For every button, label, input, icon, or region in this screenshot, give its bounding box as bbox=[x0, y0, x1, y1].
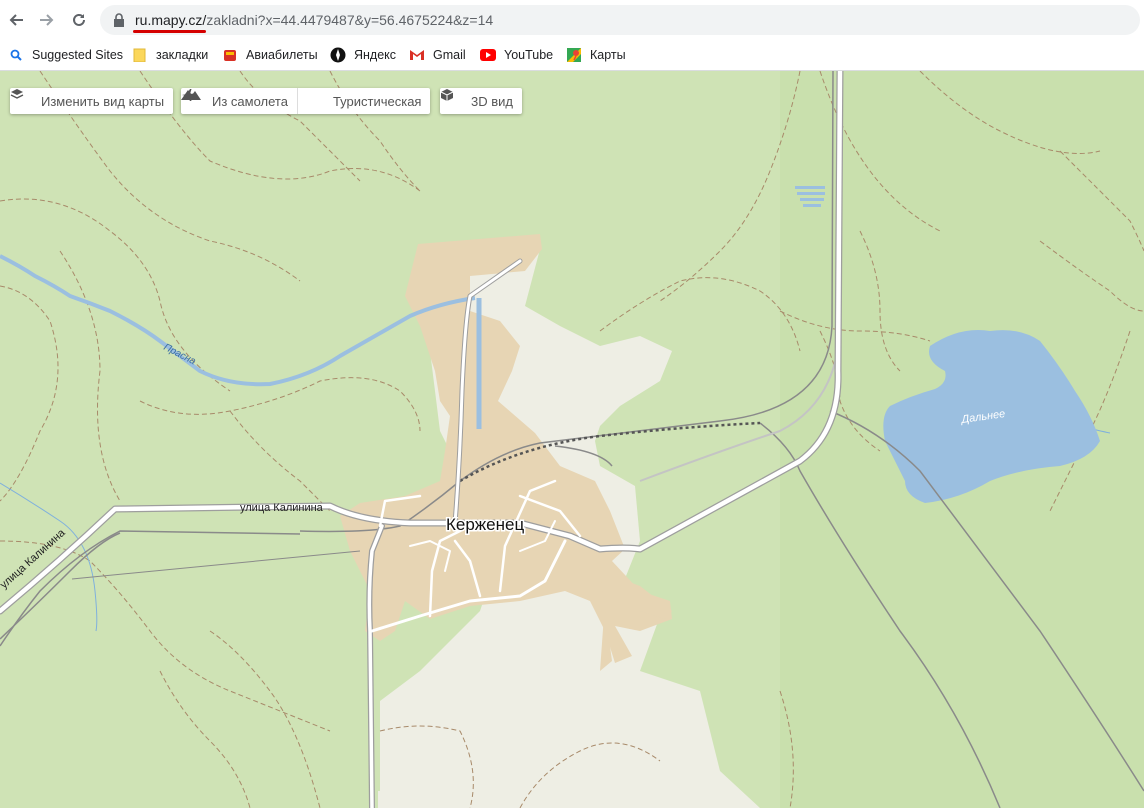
back-button[interactable] bbox=[4, 8, 28, 32]
tourist-map-button[interactable]: Туристическая bbox=[181, 88, 431, 114]
arrow-left-icon bbox=[9, 14, 23, 26]
url-highlight-underline bbox=[133, 30, 206, 33]
bookmark-aviabilety[interactable]: Авиабилеты bbox=[222, 45, 318, 65]
tourist-map-label: Туристическая bbox=[332, 93, 422, 109]
cube-icon bbox=[440, 89, 465, 108]
lock-icon bbox=[114, 13, 124, 27]
map-graphic: Прасна Дальнее улица Калинина улица Кали… bbox=[0, 71, 1144, 808]
bookmark-karty[interactable]: Карты bbox=[566, 45, 626, 65]
folder-icon bbox=[132, 47, 148, 63]
youtube-icon bbox=[480, 47, 496, 63]
street-label-kalinina: улица Калинина bbox=[240, 502, 324, 514]
url-host: ru.mapy.cz/ bbox=[135, 12, 207, 28]
url-text: ru.mapy.cz/zakladni?x=44.4479487&y=56.46… bbox=[135, 12, 493, 28]
bookmark-label: Карты bbox=[590, 48, 626, 62]
maps-pin-icon bbox=[566, 47, 582, 63]
bookmark-gmail[interactable]: Gmail bbox=[409, 45, 466, 65]
3d-view-label: 3D вид bbox=[471, 93, 513, 109]
bookmark-label: Gmail bbox=[433, 48, 466, 62]
bookmark-label: Яндекс bbox=[354, 48, 397, 62]
compass-icon bbox=[330, 47, 346, 63]
bookmark-yandex[interactable]: Яндекс bbox=[330, 45, 396, 65]
bookmark-label: Suggested Sites bbox=[32, 48, 124, 62]
reload-icon bbox=[73, 13, 85, 26]
map-canvas[interactable]: Прасна Дальнее улица Калинина улица Кали… bbox=[0, 71, 1144, 808]
bookmark-label: закладки bbox=[156, 48, 209, 62]
change-map-view-label: Изменить вид карты bbox=[41, 93, 165, 109]
ticket-icon bbox=[222, 47, 238, 63]
arrow-right-icon bbox=[40, 14, 54, 26]
layers-icon bbox=[10, 89, 35, 108]
3d-view-button[interactable]: 3D вид bbox=[440, 88, 522, 114]
bookmark-label: Авиабилеты bbox=[246, 48, 318, 62]
change-map-view-button[interactable]: Изменить вид карты bbox=[10, 88, 174, 114]
browser-toolbar: ru.mapy.cz/zakladni?x=44.4479487&y=56.46… bbox=[0, 0, 1144, 40]
aerial-view-label: Из самолета bbox=[212, 93, 288, 109]
bookmark-zakladki[interactable]: закладки bbox=[132, 45, 208, 65]
map-mode-group: Из самолета Туристическая bbox=[181, 88, 431, 114]
search-icon bbox=[8, 47, 24, 63]
bookmark-suggested-sites[interactable]: Suggested Sites bbox=[8, 45, 123, 65]
gmail-icon bbox=[409, 47, 425, 63]
bookmarks-bar: Suggested Sites закладки Авиабилеты Янде… bbox=[0, 40, 1144, 71]
town-label: Керженец bbox=[446, 515, 524, 534]
bookmark-label: YouTube bbox=[504, 48, 554, 62]
mountain-icon bbox=[181, 90, 327, 108]
address-bar[interactable]: ru.mapy.cz/zakladni?x=44.4479487&y=56.46… bbox=[100, 5, 1140, 35]
bookmark-youtube[interactable]: YouTube bbox=[480, 45, 553, 65]
url-path: zakladni?x=44.4479487&y=56.4675224&z=14 bbox=[206, 12, 494, 28]
reload-button[interactable] bbox=[67, 8, 91, 32]
forward-button[interactable] bbox=[35, 8, 59, 32]
